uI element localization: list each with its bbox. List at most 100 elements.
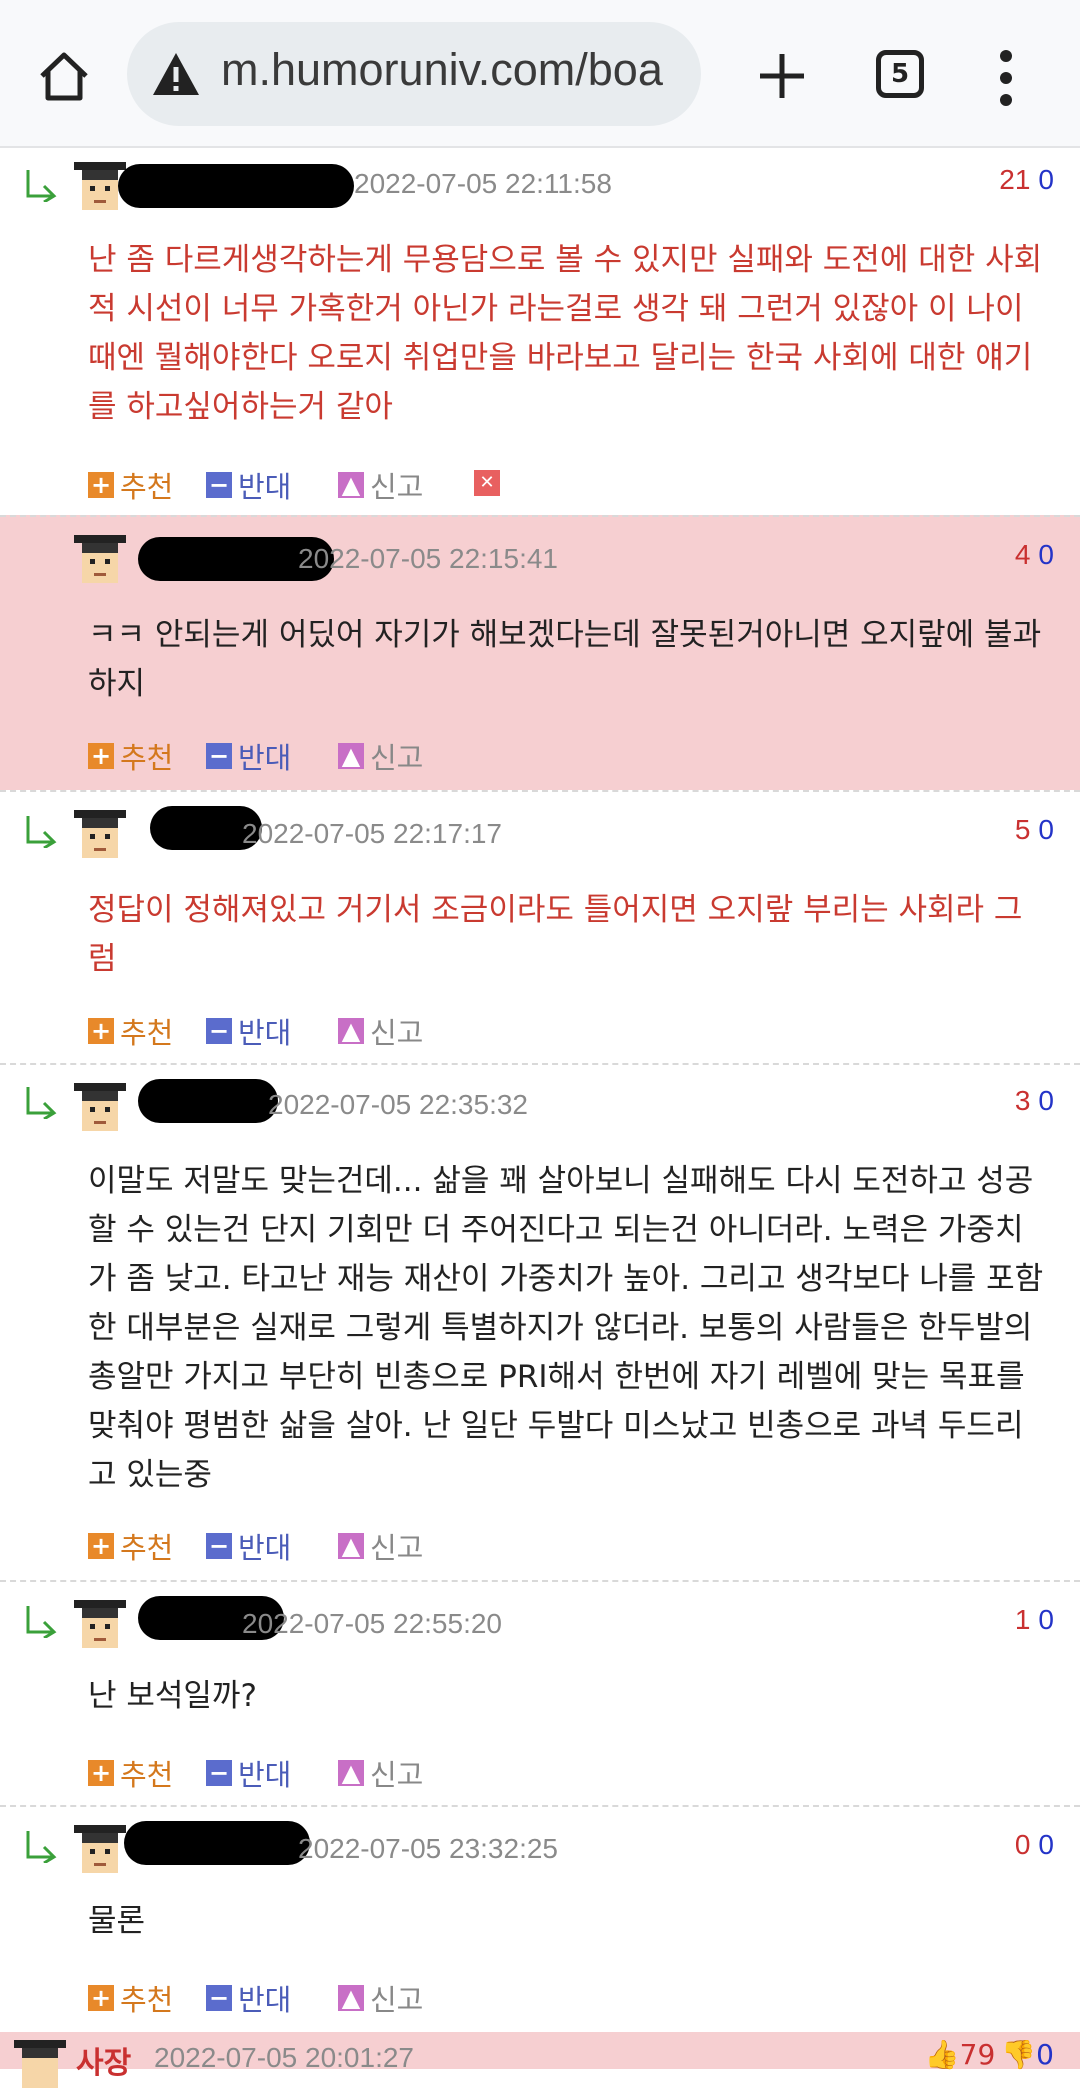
down-count: 0 [1038,1085,1054,1116]
minus-icon: − [206,1985,232,2011]
vote-counts: 21 0 [999,164,1054,196]
close-icon: ✕ [474,470,500,496]
comment-item: 사장 2022-07-05 20:01:27 👍79 👎0 [0,2032,1080,2088]
oppose-button[interactable]: − 반대 [206,464,291,504]
vote-counts: 👍79 👎0 [925,2038,1054,2071]
oppose-button[interactable]: − 반대 [206,1010,291,1050]
browser-toolbar: m.humoruniv.com/boa 5 [0,0,1080,148]
reply-arrow-icon [26,170,57,202]
down-count: 0 [1038,1604,1054,1635]
redacted-username [118,164,354,208]
comment-text: 이말도 저말도 맞는건데... 삶을 꽤 살아보니 실패해도 다시 도전하고 성… [88,1163,1044,1493]
up-count: 0 [1014,1829,1031,1860]
recommend-button[interactable]: + 추천 [88,1525,173,1565]
comment-date: 2022-07-05 22:11:58 [354,168,612,199]
home-icon[interactable] [36,48,92,104]
down-count: 0 [1038,539,1054,570]
recommend-button[interactable]: + 추천 [88,1010,173,1050]
vote-counts: 10 [1015,1604,1054,1636]
up-count: 1 [1014,1604,1031,1635]
up-count: 79 [959,2038,996,2071]
down-count: 0 [1038,164,1054,195]
reply-arrow-icon [26,1087,57,1119]
comment-item: 2022-07-05 22:17:17 50 정답이 정해져있고 거기서 조금이… [0,790,1080,1063]
recommend-button[interactable]: + 추천 [88,1752,173,1792]
recommend-button[interactable]: + 추천 [88,735,173,775]
plus-icon: + [88,1533,114,1559]
report-button[interactable]: ▲ 신고 [338,1977,423,2017]
siren-icon: ▲ [338,743,364,769]
oppose-button[interactable]: − 반대 [206,1525,291,1565]
comment-text: 난 보석일까? [88,1678,257,1714]
warning-icon[interactable] [151,51,201,97]
plus-icon: + [88,1018,114,1044]
report-button[interactable]: ▲ 신고 [338,464,423,504]
comment-item: 2022-07-05 22:15:41 40 ㅋㅋ 안되는게 어딨어 자기가 해… [0,515,1080,790]
thumbs-up-icon: 👍 [924,2038,960,2071]
reply-arrow-icon [26,1606,57,1638]
new-tab-icon[interactable] [756,50,808,102]
plus-icon: + [88,1985,114,2011]
siren-icon: ▲ [338,1760,364,1786]
comment-date: 2022-07-05 22:35:32 [268,1089,528,1120]
up-count: 4 [1014,539,1031,570]
avatar [14,2040,66,2088]
up-count: 5 [1014,814,1031,845]
comment-date: 2022-07-05 23:32:25 [298,1833,558,1864]
comment-item: 2022-07-05 22:11:58 21 0 난 좀 다르게생각하는게 무용담… [0,148,1080,515]
minus-icon: − [206,1533,232,1559]
siren-icon: ▲ [338,1018,364,1044]
vote-counts: 40 [1015,539,1054,571]
minus-icon: − [206,472,232,498]
siren-icon: ▲ [338,472,364,498]
comment-date: 2022-07-05 22:55:20 [242,1608,502,1639]
report-button[interactable]: ▲ 신고 [338,1752,423,1792]
plus-icon: + [88,743,114,769]
comment-text: ㅋㅋ 안되는게 어딨어 자기가 해보겠다는데 잘못된거아니면 오지랖에 불과하지 [88,617,1042,702]
comment-date: 2022-07-05 22:15:41 [298,543,558,574]
comment-item: 2022-07-05 23:32:25 00 물론 + 추천 − 반대 ▲ 신고 [0,1805,1080,2032]
minus-icon: − [206,1760,232,1786]
oppose-button[interactable]: − 반대 [206,735,291,775]
avatar [74,1825,126,1873]
vote-counts: 00 [1015,1829,1054,1861]
comment-date: 2022-07-05 22:17:17 [242,818,502,849]
comment-text: 난 좀 다르게생각하는게 무용담으로 볼 수 있지만 실패와 도전에 대한 사회… [88,242,1043,425]
siren-icon: ▲ [338,1985,364,2011]
thumbs-down-icon: 👎 [1001,2038,1037,2071]
tab-switcher-button[interactable]: 5 [876,50,924,98]
recommend-button[interactable]: + 추천 [88,1977,173,2017]
url-text[interactable]: m.humoruniv.com/boa [221,44,691,96]
more-menu-icon[interactable] [996,48,1016,108]
delete-button[interactable]: ✕ [474,464,506,500]
up-count: 21 [999,164,1031,195]
comment-text: 물론 [88,1903,146,1939]
reply-arrow-icon [26,816,57,848]
comment-author: 사장 [76,2046,132,2081]
avatar [74,810,126,858]
plus-icon: + [88,472,114,498]
avatar [74,1600,126,1648]
minus-icon: − [206,743,232,769]
recommend-button[interactable]: + 추천 [88,464,173,504]
report-button[interactable]: ▲ 신고 [338,735,423,775]
vote-counts: 30 [1015,1085,1054,1117]
plus-icon: + [88,1760,114,1786]
reply-arrow-icon [26,1831,57,1863]
report-button[interactable]: ▲ 신고 [338,1010,423,1050]
comment-item: 2022-07-05 22:55:20 10 난 보석일까? + 추천 − 반대 ▲… [0,1580,1080,1805]
vote-counts: 50 [1015,814,1054,846]
report-button[interactable]: ▲ 신고 [338,1525,423,1565]
down-count: 0 [1038,814,1054,845]
down-count: 0 [1036,2038,1054,2071]
comment-text: 정답이 정해져있고 거기서 조금이라도 틀어지면 오지랖 부리는 사회라 그럼 [88,892,1023,977]
address-bar[interactable]: m.humoruniv.com/boa [127,22,701,126]
avatar [74,535,126,583]
oppose-button[interactable]: − 반대 [206,1977,291,2017]
avatar [74,1083,126,1131]
up-count: 3 [1014,1085,1031,1116]
down-count: 0 [1038,1829,1054,1860]
siren-icon: ▲ [338,1533,364,1559]
redacted-username [124,1821,310,1865]
oppose-button[interactable]: − 반대 [206,1752,291,1792]
